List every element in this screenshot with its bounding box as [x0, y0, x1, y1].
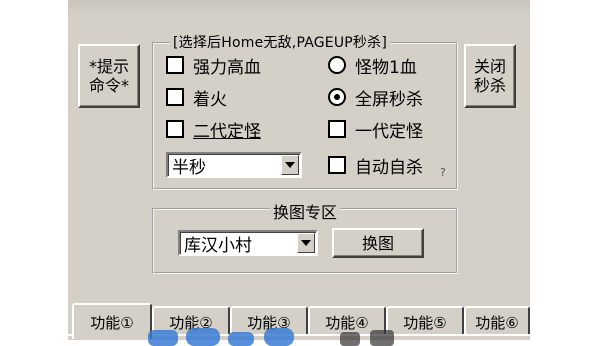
help-mark: ?	[440, 166, 446, 179]
map-select[interactable]: 库汉小村	[178, 230, 318, 256]
watermark-logo	[148, 328, 394, 346]
checkbox-box[interactable]	[166, 120, 184, 138]
options-group-legend: [选择后Home无敌,PAGEUP秒杀]	[170, 32, 390, 52]
radio-screen-kill[interactable]: 全屏秒杀	[328, 86, 423, 110]
radio-circle[interactable]	[328, 88, 346, 106]
checkbox-box[interactable]	[166, 56, 184, 74]
show-commands-button[interactable]: *提示 命令*	[78, 44, 140, 108]
checkbox-label: 一代定怪	[355, 121, 423, 142]
checkbox-box[interactable]	[328, 156, 346, 174]
speed-select-value: 半秒	[172, 157, 206, 178]
checkbox-label: 二代定怪	[193, 121, 261, 142]
checkbox-fire[interactable]: 着火	[166, 86, 227, 110]
radio-label: 怪物1血	[355, 57, 417, 78]
map-group-legend: 换图专区	[270, 199, 341, 223]
options-group: [选择后Home无敌,PAGEUP秒杀] 强力高血 着火 二代定怪 怪物1血 全…	[152, 32, 458, 190]
checkbox-label: 着火	[193, 89, 227, 110]
speed-select[interactable]: 半秒	[166, 152, 302, 178]
map-select-value: 库汉小村	[184, 235, 252, 256]
checkbox-strong-blood[interactable]: 强力高血	[166, 54, 261, 78]
checkbox-label: 强力高血	[193, 57, 261, 78]
radio-circle[interactable]	[328, 56, 346, 74]
tab-function-6[interactable]: 功能⑥	[464, 306, 530, 336]
radio-monster-1hp[interactable]: 怪物1血	[328, 54, 417, 78]
checkbox-label: 自动自杀	[355, 157, 423, 178]
checkbox-box[interactable]	[166, 88, 184, 106]
chevron-down-icon[interactable]	[281, 155, 299, 175]
checkbox-box[interactable]	[328, 120, 346, 138]
change-map-button[interactable]: 换图	[332, 228, 424, 258]
window-titlebar	[68, 0, 530, 16]
map-change-group: 换图专区 库汉小村 换图	[152, 199, 458, 274]
chevron-down-icon[interactable]	[297, 233, 315, 253]
cheat-tool-window: *提示 命令* 关闭 秒杀 [选择后Home无敌,PAGEUP秒杀] 强力高血 …	[68, 0, 530, 340]
close-instant-kill-button[interactable]: 关闭 秒杀	[464, 44, 516, 108]
checkbox-freeze-monster-2[interactable]: 二代定怪	[166, 118, 261, 142]
checkbox-auto-suicide[interactable]: 自动自杀	[328, 154, 423, 178]
checkbox-freeze-monster-1[interactable]: 一代定怪	[328, 118, 423, 142]
radio-label: 全屏秒杀	[355, 89, 423, 110]
